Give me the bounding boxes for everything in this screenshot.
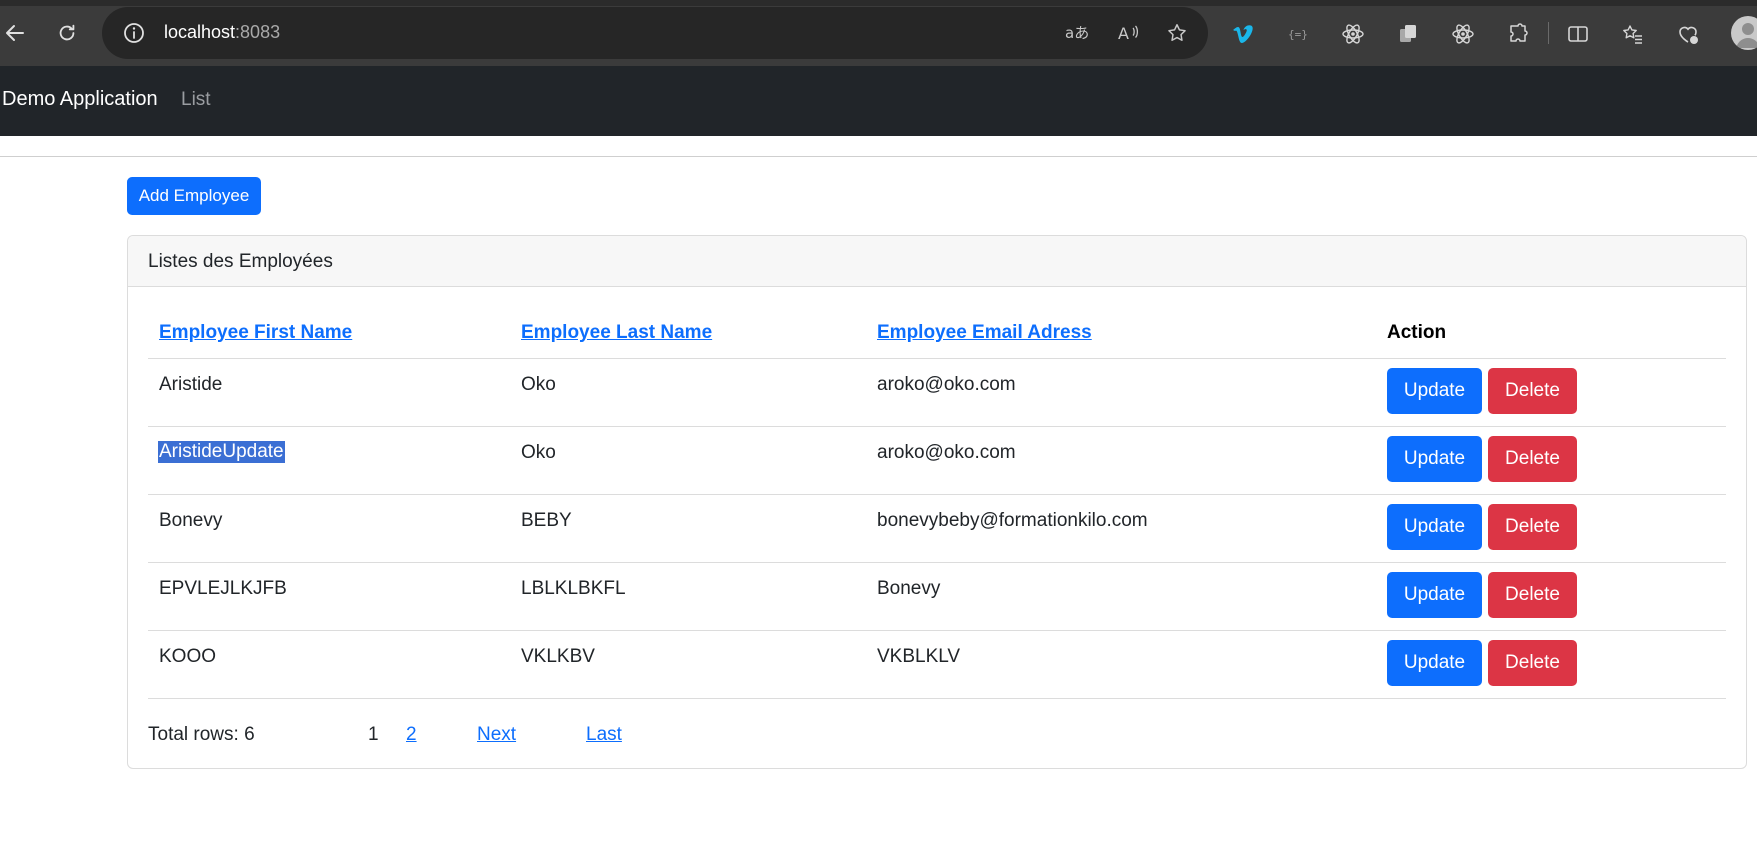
cell-first-name-selected: AristideUpdate	[158, 441, 285, 463]
puzzle-extensions-icon[interactable]	[1505, 21, 1531, 47]
star-icon[interactable]	[1165, 21, 1189, 45]
browser-tab-strip	[0, 0, 1757, 6]
react-icon[interactable]	[1450, 21, 1476, 47]
card-header: Listes des Employées	[128, 236, 1746, 287]
column-header-last-name[interactable]: Employee Last Name	[521, 322, 712, 344]
refresh-icon[interactable]	[52, 18, 82, 48]
react-devtools-icon[interactable]	[1340, 21, 1366, 47]
cell-last-name: Oko	[521, 374, 556, 395]
delete-button[interactable]: Delete	[1488, 572, 1577, 618]
svg-text:aあ: aあ	[1065, 24, 1088, 42]
row-divider	[148, 698, 1726, 699]
url-port: :8083	[235, 22, 281, 42]
browser-toolbar: localhost:8083 aあ A {=}	[0, 0, 1757, 66]
split-screen-icon[interactable]	[1565, 21, 1591, 47]
update-button[interactable]: Update	[1387, 640, 1482, 686]
delete-button[interactable]: Delete	[1488, 504, 1577, 550]
row-divider	[148, 562, 1726, 563]
cell-email: aroko@oko.com	[877, 442, 1016, 463]
row-divider	[148, 358, 1726, 359]
last-page-link[interactable]: Last	[586, 724, 622, 746]
vimeo-icon[interactable]	[1230, 21, 1256, 47]
page-2-link[interactable]: 2	[406, 724, 417, 746]
card-title: Listes des Employées	[148, 251, 333, 272]
next-page-link[interactable]: Next	[477, 724, 516, 746]
bracket-extension-icon[interactable]: {=}	[1285, 21, 1311, 47]
cell-email: Bonevy	[877, 578, 941, 599]
column-header-email[interactable]: Employee Email Adress	[877, 322, 1092, 344]
url-text[interactable]: localhost:8083	[164, 22, 280, 43]
add-employee-button[interactable]: Add Employee	[127, 177, 261, 215]
sort-email-link[interactable]: Employee Email Adress	[877, 322, 1092, 343]
nav-link-list[interactable]: List	[181, 89, 211, 111]
navbar-brand[interactable]: Demo Application	[2, 88, 158, 111]
sort-last-name-link[interactable]: Employee Last Name	[521, 322, 712, 343]
current-page-number: 1	[368, 724, 379, 745]
cell-email: aroko@oko.com	[877, 374, 1016, 395]
total-rows-text: Total rows: 6	[148, 724, 255, 745]
cell-first-name: EPVLEJLKJFB	[159, 578, 287, 599]
cell-last-name: Oko	[521, 442, 556, 463]
copy-extension-icon[interactable]	[1395, 21, 1421, 47]
cell-email: bonevybeby@formationkilo.com	[877, 510, 1148, 531]
row-divider	[148, 494, 1726, 495]
favorites-icon[interactable]	[1620, 21, 1646, 47]
cell-first-name: Bonevy	[159, 510, 223, 531]
employee-list-card: Listes des Employées Employee First Name…	[127, 235, 1747, 769]
column-header-action: Action	[1387, 322, 1447, 343]
update-button[interactable]: Update	[1387, 436, 1482, 482]
info-icon[interactable]	[122, 21, 146, 45]
sort-first-name-link[interactable]: Employee First Name	[159, 322, 352, 343]
delete-button[interactable]: Delete	[1488, 436, 1577, 482]
cell-last-name: LBLKLBKFL	[521, 578, 626, 599]
cell-email: VKBLKLV	[877, 646, 961, 667]
divider	[0, 156, 1757, 157]
svg-text:{=}: {=}	[1288, 28, 1308, 41]
row-divider	[148, 426, 1726, 427]
back-arrow-icon[interactable]	[0, 18, 30, 48]
cell-last-name: BEBY	[521, 510, 572, 531]
cell-last-name: VKLKBV	[521, 646, 595, 667]
read-aloud-icon[interactable]: A	[1116, 21, 1140, 45]
cell-first-name: KOOO	[159, 646, 217, 667]
profile-avatar-icon[interactable]	[1731, 16, 1757, 50]
update-button[interactable]: Update	[1387, 368, 1482, 414]
toolbar-separator	[1548, 22, 1549, 44]
delete-button[interactable]: Delete	[1488, 640, 1577, 686]
update-button[interactable]: Update	[1387, 572, 1482, 618]
column-header-first-name[interactable]: Employee First Name	[159, 322, 352, 344]
row-divider	[148, 630, 1726, 631]
delete-button[interactable]: Delete	[1488, 368, 1577, 414]
app-navbar: Demo Application List	[0, 66, 1757, 136]
cell-first-name: Aristide	[159, 374, 223, 395]
translate-icon[interactable]: aあ	[1064, 21, 1088, 45]
url-host: localhost	[164, 22, 236, 42]
svg-text:A: A	[1118, 24, 1129, 43]
address-bar[interactable]: localhost:8083 aあ A	[102, 7, 1208, 59]
browser-essentials-icon[interactable]	[1675, 21, 1701, 47]
update-button[interactable]: Update	[1387, 504, 1482, 550]
